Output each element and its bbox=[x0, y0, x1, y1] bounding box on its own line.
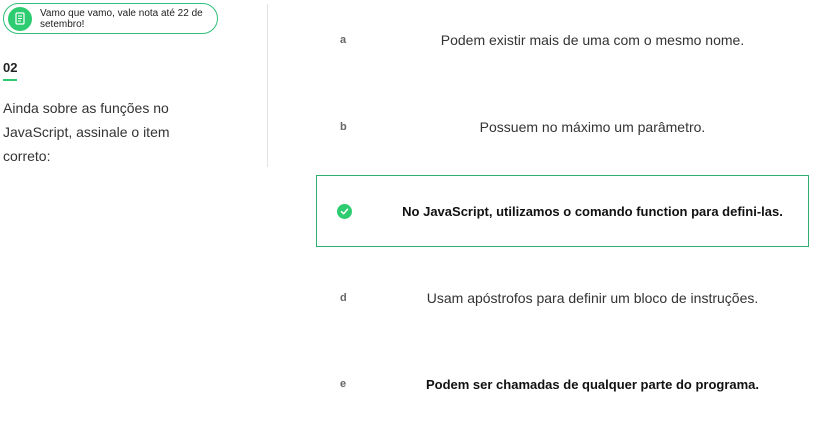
question-number: 02 bbox=[3, 60, 18, 75]
option-text: Podem existir mais de uma com o mesmo no… bbox=[440, 32, 745, 48]
option-e[interactable]: e Podem ser chamadas de qualquer parte d… bbox=[316, 348, 809, 420]
option-letter: d bbox=[340, 292, 347, 304]
option-text: Possuem no máximo um parâmetro. bbox=[479, 119, 706, 135]
option-letter: b bbox=[340, 121, 347, 133]
document-icon bbox=[8, 6, 32, 31]
column-divider bbox=[267, 4, 268, 167]
option-a[interactable]: a Podem existir mais de uma com o mesmo … bbox=[316, 4, 809, 76]
option-text: Usam apóstrofos para definir um bloco de… bbox=[426, 290, 759, 306]
option-text: Podem ser chamadas de qualquer parte do … bbox=[425, 376, 760, 392]
check-circle-icon bbox=[337, 203, 352, 219]
question-text: Ainda sobre as funções no JavaScript, as… bbox=[3, 100, 170, 164]
deadline-notice: Vamo que vamo, vale nota até 22 de setem… bbox=[3, 3, 218, 34]
notice-text: Vamo que vamo, vale nota até 22 de setem… bbox=[40, 7, 203, 30]
quiz-page: Vamo que vamo, vale nota até 22 de setem… bbox=[0, 0, 821, 427]
option-text: No JavaScript, utilizamos o comando func… bbox=[402, 203, 783, 219]
option-d[interactable]: d Usam apóstrofos para definir um bloco … bbox=[316, 262, 809, 334]
option-letter: e bbox=[340, 378, 347, 390]
question-number-underline bbox=[3, 79, 17, 81]
option-letter: a bbox=[340, 34, 347, 46]
option-c[interactable]: No JavaScript, utilizamos o comando func… bbox=[316, 175, 809, 247]
option-b[interactable]: b Possuem no máximo um parâmetro. bbox=[316, 91, 809, 163]
